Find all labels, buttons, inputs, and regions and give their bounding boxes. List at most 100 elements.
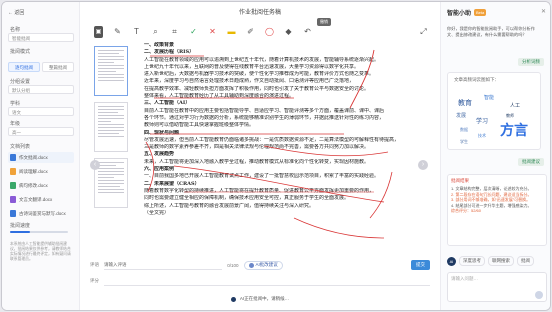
crop-icon[interactable]: ⌗: [170, 27, 179, 37]
doc-heading: 一、政策背景: [144, 42, 175, 48]
char-count: 0/100: [227, 262, 239, 268]
word: 发展: [456, 112, 466, 119]
doc-paragraph: 综上所述，人工智能与教育的融合发展前景广阔，值得持续关注与深入研究。: [144, 202, 315, 209]
page-thumbnail[interactable]: [94, 46, 128, 96]
speed-label: 批阅速度: [10, 223, 31, 229]
doc-name-label: 名称: [10, 27, 21, 33]
mode-option-sentence[interactable]: 逐句批阅: [8, 62, 40, 72]
speed-slider-fill: [10, 231, 31, 233]
document-page[interactable]: 一、政策背景 二、发展历程（RIS） 人工智能在教育领域的应用可以追溯到上世纪五十年…: [144, 42, 406, 246]
status-bar: AI正在批阅中，请稍候…: [82, 294, 438, 304]
document-editor: 作业批阅任务稿 撤销 ▣ ✎ T ⌕ ⌗ ✓ ✕ ▬ ✐ ◯ ◆ ↶ ⤢ ‹ ›…: [82, 2, 438, 310]
doc-icon: [10, 168, 16, 175]
ai-suggestion-label: AI批改建议: [255, 262, 278, 267]
word: 教育: [458, 98, 472, 107]
word: 智能: [484, 94, 494, 101]
grade-field[interactable]: 高一: [8, 127, 74, 136]
doc-name-field[interactable]: 智能批阅: [8, 33, 74, 42]
doc-heading: 二、未来展望（CRAS）: [144, 180, 200, 187]
doc-heading: 四、现状与问题: [144, 129, 180, 136]
group-label: 分组设置: [10, 79, 31, 85]
page-text: 一、政策背景 二、发展历程（RIS） 人工智能在教育领域的应用可以追溯到上世纪五十年…: [144, 42, 406, 217]
doc-paragraph: 目前人工智能在教育中的应用主要包括智能导学、自适应学习、智能评测等多个方面，覆盖…: [144, 107, 385, 114]
word: 方言: [500, 122, 528, 139]
result-title: 批阅结果: [451, 178, 469, 183]
review-toggle[interactable]: 批阅: [517, 256, 534, 266]
word: 人工: [510, 103, 520, 109]
subject-field[interactable]: 语文: [8, 107, 74, 116]
deep-think-toggle[interactable]: 深度思考: [459, 256, 485, 266]
eraser-icon[interactable]: ◆: [284, 27, 293, 37]
circle-icon[interactable]: ◯: [265, 27, 274, 37]
mode-label: 批阅模式: [10, 49, 31, 55]
doc-paragraph: 整体来看，人工智能教育经历了从工具辅助到深度融合的演进过程。: [144, 93, 295, 100]
prev-page-button[interactable]: ‹: [90, 160, 100, 170]
app-window: ← 返回 名称 智能批阅 批阅模式 逐句批阅 整篇批阅 分组设置 默认分组 学科…: [1, 1, 551, 311]
result-line: 综合评分：52/60: [451, 208, 482, 213]
assistant-greeting: 你好，我是你的智能批阅助手，可以帮你分析作文、提出修改建议，有什么需要帮助的吗？: [447, 26, 535, 37]
brush-icon[interactable]: ✐: [246, 27, 255, 37]
doc-paragraph: 各个环节。通过对学习行为数据的分析，系统能够精准识别学生的薄弱环节，并据此推送针…: [144, 114, 385, 121]
doc-list-item[interactable]: 文言文翻译.docx: [8, 194, 74, 205]
result-line: 3. 部分用词不够准确，如“迅速发展”可替换。: [451, 197, 531, 202]
doc-heading: 五、发展趋势: [144, 151, 175, 158]
loading-icon: [230, 296, 236, 302]
chat-tools: AI 深度思考 联网搜索 批阅: [447, 256, 547, 266]
review-result-card: 批阅结果 1. 文章结构完整，层次清晰，论述较为充分。 2. 第二段存在语句冗长…: [447, 174, 547, 246]
ai-avatar-icon: AI: [447, 256, 456, 266]
doc-paragraph: 三是教师的数字素养参差不齐，四是相关法律法规与伦理规范尚不完善，需要各方共同努力…: [144, 144, 370, 151]
send-icon[interactable]: [535, 291, 543, 299]
wordcloud-card: 文章高频词云图如下： 教育 智能 人工 发展 学习 数据 技术 方言 教师 学生: [447, 72, 541, 150]
doc-list-item-label: 文言文翻译.docx: [19, 196, 53, 202]
check-icon[interactable]: ✓: [189, 27, 198, 37]
pen-icon[interactable]: ✎: [113, 27, 122, 37]
chat-input[interactable]: 请输入问题…: [447, 272, 547, 302]
score-row: 评分: [90, 274, 430, 288]
back-button[interactable]: ← 返回: [8, 9, 24, 16]
doc-list-item-label: 阅读理解.docx: [19, 168, 48, 174]
doc-paragraph: 进入新世纪后，大数据与机器学习技术的突破，使个性化学习推荐成为可能，教育评价方式…: [144, 71, 375, 78]
wordcloud: 教育 智能 人工 发展 学习 数据 技术 方言 教师 学生: [456, 94, 528, 144]
text-tool-icon[interactable]: T: [132, 27, 141, 37]
close-icon[interactable]: ✕: [541, 8, 546, 15]
web-search-toggle[interactable]: 联网搜索: [488, 256, 514, 266]
doc-paragraph: 教师则可以借助智能工具快速掌握班级整体学情。: [144, 122, 255, 129]
doc-heading: 六、应用案例: [144, 166, 175, 173]
submit-button[interactable]: 提交: [411, 260, 430, 270]
doc-list-item[interactable]: 阅读理解.docx: [8, 166, 74, 177]
select-icon[interactable]: ▣: [94, 26, 103, 38]
highlight-icon[interactable]: ▬: [227, 27, 236, 37]
undo-icon[interactable]: ↶: [303, 27, 312, 37]
group-field[interactable]: 默认分组: [8, 85, 74, 94]
annotation-toolbar: ▣ ✎ T ⌕ ⌗ ✓ ✕ ▬ ✐ ◯ ◆ ↶ ⤢: [90, 26, 434, 38]
comment-input[interactable]: 请输入评语: [104, 260, 223, 270]
doc-paragraph: 上世纪九十年代以来，互联网的普及使得在线教育平台迅速发展，大量学习资源得以数字化…: [144, 63, 360, 70]
doc-list-item-label: 病句修改.docx: [19, 182, 48, 188]
assistant-header: 智能小助 Beta: [447, 8, 487, 17]
doc-paragraph: 未来，人工智能将更加深入地融入教学全过程，推动教育模式从标准化向个性化转变，实现…: [144, 158, 370, 165]
doc-icon: [10, 154, 16, 161]
doc-list-item[interactable]: 作文批阅.docx: [8, 152, 74, 163]
comment-label: 评语: [90, 262, 99, 267]
search-icon[interactable]: ⌕: [151, 27, 160, 37]
mode-option-full[interactable]: 整篇批阅: [42, 62, 74, 72]
page-thumbnails: [94, 46, 132, 242]
doc-paragraph: （全文完）: [144, 209, 170, 216]
word: 学生: [460, 138, 468, 144]
doc-list-item[interactable]: 古诗词鉴赏与默写.docx: [8, 208, 74, 219]
speed-slider[interactable]: [10, 231, 68, 233]
user-message: 分析词频: [518, 58, 544, 66]
doc-paragraph: 随着教育数字化转型的持续推进，人工智能将在提升教育质量、促进教育公平方面发挥更加…: [144, 187, 375, 194]
page-thumbnail[interactable]: [94, 102, 128, 152]
score-input[interactable]: [104, 276, 430, 286]
doc-list-label: 文档列表: [10, 144, 31, 150]
fullscreen-icon[interactable]: ⤢: [419, 27, 428, 37]
result-text: 1. 文章结构完整，层次清晰，论述较为充分。 2. 第二段存在语句冗长问题，建议…: [451, 186, 543, 214]
ai-suggestion-chip[interactable]: AI批改建议: [243, 260, 283, 270]
doc-paragraph: 人工智能在教育领域的应用可以追溯到上世纪五十年代，随着计算机技术的发展，智能辅导…: [144, 56, 380, 63]
doc-list-item[interactable]: 病句修改.docx: [8, 180, 74, 191]
grade-label: 年级: [10, 121, 21, 127]
next-page-button[interactable]: ›: [418, 160, 428, 170]
score-label: 评分: [90, 278, 99, 283]
cross-icon[interactable]: ✕: [208, 27, 217, 37]
